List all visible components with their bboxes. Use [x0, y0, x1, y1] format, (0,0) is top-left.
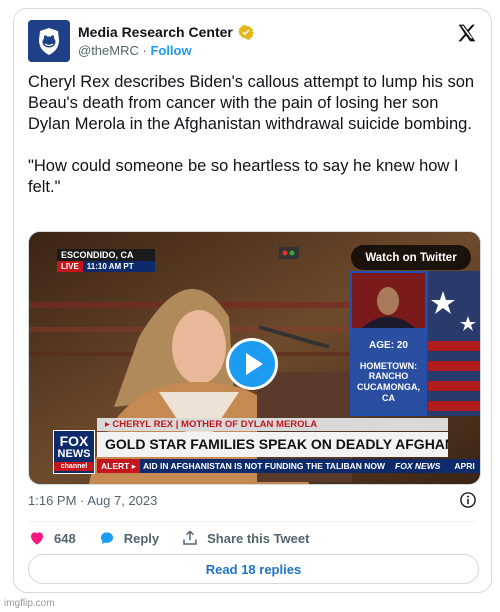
name-strap: ▸ CHERYL REX | MOTHER OF DYLAN MEROLA — [97, 418, 448, 431]
play-button[interactable] — [226, 338, 278, 390]
like-count: 648 — [54, 530, 76, 546]
memorial-graphic: AGE: 20 HOMETOWN: RANCHO CUCAMONGA, CA — [350, 271, 427, 416]
info-icon[interactable] — [459, 491, 477, 509]
fox-news-logo: FOX NEWS channel — [53, 430, 95, 474]
ticker-bar: ALERT ▸ AID IN AFGHANISTAN IS NOT FUNDIN… — [97, 459, 480, 473]
avatar[interactable] — [28, 20, 70, 62]
live-time: 11:10 AM PT — [82, 261, 155, 272]
reply-bubble-icon — [100, 532, 113, 544]
read-replies-label: Read 18 replies — [205, 561, 302, 577]
tweet-timestamp[interactable]: 1:16 PM · Aug 7, 2023 — [28, 493, 157, 508]
handle-separator: · — [138, 43, 151, 58]
ticker-tail: APRI — [454, 461, 475, 471]
live-badge: LIVE — [57, 261, 83, 272]
verified-gold-badge-icon — [237, 25, 254, 40]
heart-icon — [31, 532, 43, 545]
reply-label: Reply — [123, 530, 160, 546]
tweet-text: Cheryl Rex describes Biden's callous att… — [28, 73, 475, 196]
hometown-value: RANCHO CUCAMONGA, CA — [357, 371, 420, 403]
watch-on-twitter-button[interactable]: Watch on Twitter — [351, 245, 471, 270]
divider — [28, 521, 477, 522]
share-button[interactable]: Share this Tweet — [181, 529, 309, 547]
handle-row: @theMRC · Follow — [78, 43, 192, 58]
action-bar: 648 Reply Share this Tweet — [28, 529, 331, 547]
like-button[interactable]: 648 — [28, 529, 76, 547]
location-label: ESCONDIDO, CA — [57, 249, 155, 261]
american-flag-graphic — [428, 271, 480, 416]
tweet-card: Media Research Center @theMRC · Follow C… — [13, 8, 492, 593]
ticker-text: AID IN AFGHANISTAN IS NOT FUNDING THE TA… — [142, 461, 386, 471]
play-icon — [246, 353, 263, 375]
watch-on-twitter-label: Watch on Twitter — [365, 251, 457, 264]
alert-label: ALERT ▸ — [97, 459, 140, 473]
fox-logo-line3: channel — [54, 462, 94, 471]
imgflip-watermark: imgflip.com — [4, 598, 55, 609]
share-icon — [183, 530, 197, 545]
read-replies-button[interactable]: Read 18 replies — [28, 554, 479, 584]
ticker-logo: FOX NEWS — [395, 461, 441, 471]
x-logo-icon[interactable] — [457, 23, 477, 43]
reply-button[interactable]: Reply — [98, 529, 159, 547]
share-label: Share this Tweet — [207, 530, 310, 546]
bulldog-logo-icon — [28, 20, 70, 62]
tweet-video[interactable]: ESCONDIDO, CA LIVE 11:10 AM PT Watch on … — [28, 231, 481, 485]
hometown-label: HOMETOWN: — [359, 361, 418, 371]
marine-portrait — [352, 273, 425, 328]
fox-logo-line2: NEWS — [57, 448, 91, 460]
follow-button[interactable]: Follow — [150, 43, 191, 58]
account-name[interactable]: Media Research Center — [78, 24, 233, 40]
headline-bar: GOLD STAR FAMILIES SPEAK ON DEADLY AFGHA… — [97, 432, 448, 457]
account-name-row: Media Research Center — [78, 24, 254, 40]
location-lower-third: ESCONDIDO, CA LIVE 11:10 AM PT — [57, 249, 155, 272]
account-handle[interactable]: @theMRC — [78, 43, 139, 58]
fox-logo-line1: FOX — [59, 433, 89, 449]
headline-text: GOLD STAR FAMILIES SPEAK ON DEADLY AFGHA… — [105, 436, 448, 452]
age-label: AGE: 20 — [369, 340, 408, 351]
